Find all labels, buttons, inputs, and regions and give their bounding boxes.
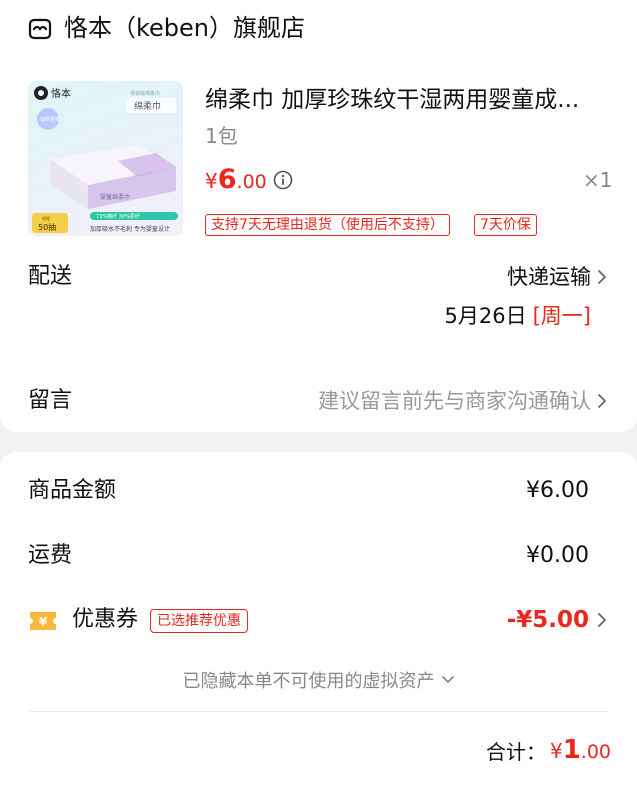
product-price-int: 6 — [217, 164, 237, 195]
product-price-currency: ¥ — [205, 169, 218, 193]
order-card: 恪本（keben）旗舰店 恪本 母婴级绵柔巾 绵柔巾 加厚更柔 婴童绵柔巾 73… — [0, 0, 637, 432]
hidden-assets-text: 已隐藏本单不可使用的虚拟资产 — [182, 671, 435, 692]
svg-text:¥: ¥ — [39, 615, 48, 629]
total-currency: ¥ — [549, 739, 563, 763]
product-title[interactable]: 绵柔巾 加厚珍珠纹干湿两用婴童成... — [205, 84, 605, 116]
hidden-assets-toggle[interactable]: 已隐藏本单不可使用的虚拟资产 — [0, 668, 637, 696]
shipping-fee-label: 运费 — [28, 543, 73, 568]
shop-icon — [28, 18, 52, 40]
product-price: ¥6.00 — [205, 164, 267, 199]
image-brand: 恪本 — [51, 87, 71, 100]
product-spec: 1包 — [205, 124, 238, 148]
product-price-dec: .00 — [236, 171, 267, 193]
coupon-icon: ¥ — [30, 612, 56, 630]
image-count-small: 规格 — [42, 215, 50, 221]
coupon-label: 优惠券 — [72, 607, 139, 632]
chevron-right-icon[interactable] — [597, 269, 607, 285]
image-packet-text: 婴童绵柔巾 — [100, 193, 130, 201]
total-int: 1 — [562, 735, 581, 765]
shop-name[interactable]: 恪本（keben）旗舰店 — [64, 13, 305, 43]
delivery-date-text: 5月26日 — [444, 304, 527, 328]
product-image[interactable]: 恪本 母婴级绵柔巾 绵柔巾 加厚更柔 婴童绵柔巾 73%棉纤 30%原纤 加厚吸… — [28, 81, 183, 236]
coupon-discount-value[interactable]: -¥5.00 — [507, 605, 589, 635]
image-top-line: 母婴级绵柔巾 — [130, 90, 160, 97]
goods-amount-value: ¥6.00 — [526, 478, 589, 503]
image-count: 50抽 — [38, 222, 56, 232]
delivery-label: 配送 — [28, 264, 73, 289]
image-product-name: 绵柔巾 — [134, 100, 161, 112]
delivery-weekday: [周一] — [532, 304, 591, 328]
price-protection-tag: 7天价保 — [474, 214, 537, 236]
return-policy-tag: 支持7天无理由退货（使用后不支持） — [205, 214, 450, 236]
chevron-right-icon[interactable] — [597, 612, 607, 628]
total-dec: .00 — [580, 741, 611, 763]
total-value: ¥1.00 — [550, 734, 611, 769]
divider — [28, 711, 609, 712]
image-strip: 73%棉纤 30%原纤 — [96, 213, 140, 220]
image-slogan: 加厚吸水不毛刺 专为婴童设计 — [90, 225, 170, 233]
delivery-method[interactable]: 快递运输 — [507, 262, 591, 292]
info-icon[interactable] — [273, 170, 293, 190]
message-input[interactable]: 建议留言前先与商家沟通确认 — [318, 386, 591, 416]
message-label: 留言 — [28, 388, 73, 413]
image-badge: 加厚更柔 — [40, 116, 60, 123]
total-label: 合计： — [486, 740, 546, 764]
coupon-recommended-badge: 已选推荐优惠 — [150, 609, 248, 633]
product-quantity: ×1 — [583, 168, 613, 192]
goods-amount-label: 商品金额 — [28, 478, 117, 503]
product-image-art: 恪本 母婴级绵柔巾 绵柔巾 加厚更柔 婴童绵柔巾 73%棉纤 30%原纤 加厚吸… — [32, 86, 178, 233]
delivery-date: 5月26日 [周一] — [445, 301, 591, 331]
chevron-right-icon[interactable] — [597, 393, 607, 409]
chevron-down-icon — [441, 676, 454, 683]
shipping-fee-value: ¥0.00 — [526, 543, 589, 568]
